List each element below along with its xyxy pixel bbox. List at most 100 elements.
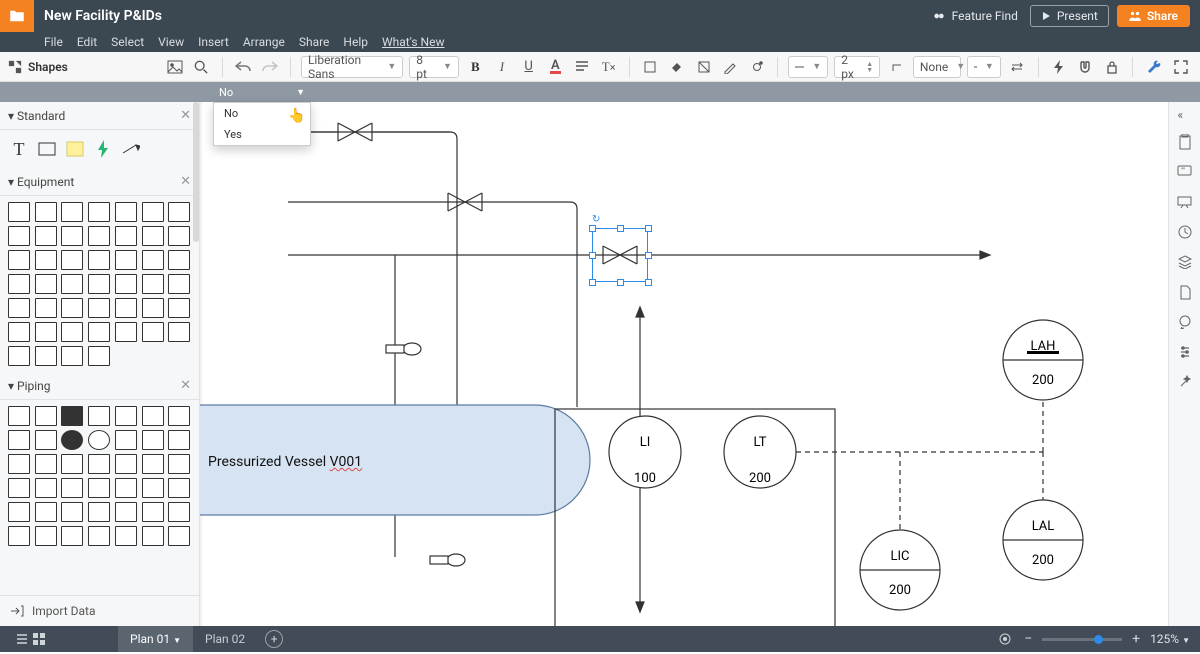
fullscreen-button[interactable]: [1170, 56, 1192, 78]
equip-shape[interactable]: [88, 298, 110, 318]
menu-file[interactable]: File: [44, 35, 63, 49]
page-icon[interactable]: [1175, 282, 1195, 302]
piping-shape[interactable]: [115, 526, 137, 546]
menu-arrange[interactable]: Arrange: [243, 35, 285, 49]
search-button[interactable]: [191, 56, 212, 78]
selection-handle[interactable]: [645, 225, 652, 232]
shapes-button[interactable]: Shapes: [8, 60, 68, 74]
piping-shape[interactable]: [61, 406, 83, 426]
equip-shape[interactable]: [8, 226, 30, 246]
font-family-dropdown[interactable]: Liberation Sans▼: [301, 56, 403, 78]
piping-shape[interactable]: [8, 454, 30, 474]
piping-shape[interactable]: [61, 502, 83, 522]
magnet-button[interactable]: [1075, 56, 1096, 78]
section-equipment-header[interactable]: ▾ Equipment ✕: [0, 168, 199, 196]
line-shape-button[interactable]: [886, 56, 907, 78]
menu-select[interactable]: Select: [111, 35, 144, 49]
equip-shape[interactable]: [8, 298, 30, 318]
piping-shape[interactable]: [168, 526, 190, 546]
equip-shape[interactable]: [115, 274, 137, 294]
equip-shape[interactable]: [61, 298, 83, 318]
equip-shape[interactable]: [142, 226, 164, 246]
menu-help[interactable]: Help: [343, 35, 368, 49]
paint-button[interactable]: [667, 56, 688, 78]
equip-shape[interactable]: [61, 322, 83, 342]
menu-edit[interactable]: Edit: [77, 35, 97, 49]
piping-shape[interactable]: [168, 406, 190, 426]
selection-handle[interactable]: [589, 225, 596, 232]
lock-button[interactable]: [1102, 56, 1123, 78]
piping-shape[interactable]: [142, 430, 164, 450]
piping-shape[interactable]: [115, 454, 137, 474]
equip-shape[interactable]: [8, 274, 30, 294]
piping-shape[interactable]: [61, 430, 83, 450]
comment-icon[interactable]: "": [1175, 162, 1195, 182]
diagram-canvas[interactable]: LI 100 LT 200 LAH 200 LAL 200 LIC 200 Pr…: [200, 102, 1168, 626]
piping-shape[interactable]: [8, 502, 30, 522]
piping-shape[interactable]: [142, 406, 164, 426]
equip-shape[interactable]: [115, 298, 137, 318]
piping-shape[interactable]: [168, 478, 190, 498]
piping-shape[interactable]: [88, 478, 110, 498]
equip-shape[interactable]: [88, 202, 110, 222]
piping-shape[interactable]: [8, 430, 30, 450]
piping-shape[interactable]: [168, 454, 190, 474]
equip-shape[interactable]: [35, 322, 57, 342]
equip-shape[interactable]: [61, 226, 83, 246]
equip-shape[interactable]: [168, 226, 190, 246]
app-logo[interactable]: [0, 0, 34, 32]
present-button[interactable]: Present: [1030, 5, 1109, 27]
dropdown-option-no[interactable]: No: [214, 103, 310, 124]
piping-shape[interactable]: [35, 454, 57, 474]
equip-shape[interactable]: [142, 274, 164, 294]
bold-button[interactable]: B: [465, 56, 486, 78]
equip-shape[interactable]: [115, 226, 137, 246]
chat-icon[interactable]: [1175, 312, 1195, 332]
menu-view[interactable]: View: [158, 35, 184, 49]
note-shape[interactable]: [64, 138, 86, 160]
equip-shape[interactable]: [61, 346, 83, 366]
equip-shape[interactable]: [35, 250, 57, 270]
selection-handle[interactable]: [589, 279, 596, 286]
swap-ends-button[interactable]: [1007, 56, 1028, 78]
page-tab-1[interactable]: Plan 01 ▼: [118, 626, 193, 652]
rotate-handle[interactable]: ↻: [592, 214, 604, 226]
share-button[interactable]: Share: [1117, 5, 1190, 27]
selection-handle[interactable]: [645, 279, 652, 286]
insert-image-button[interactable]: [164, 56, 185, 78]
text-color-button[interactable]: A: [545, 56, 566, 78]
piping-shape[interactable]: [88, 526, 110, 546]
selection-handle[interactable]: [617, 279, 624, 286]
piping-shape[interactable]: [88, 502, 110, 522]
equip-shape[interactable]: [8, 322, 30, 342]
presentation-icon[interactable]: [1175, 192, 1195, 212]
feature-find-button[interactable]: Feature Find: [932, 9, 1018, 23]
piping-shape[interactable]: [115, 502, 137, 522]
equip-shape[interactable]: [61, 202, 83, 222]
history-icon[interactable]: [1175, 222, 1195, 242]
piping-shape[interactable]: [35, 478, 57, 498]
piping-shape[interactable]: [61, 478, 83, 498]
menu-insert[interactable]: Insert: [198, 35, 229, 49]
clear-format-button[interactable]: T×: [598, 56, 619, 78]
equip-shape[interactable]: [88, 250, 110, 270]
equip-shape[interactable]: [168, 202, 190, 222]
rect-shape[interactable]: [36, 138, 58, 160]
piping-shape[interactable]: [61, 526, 83, 546]
piping-shape[interactable]: [142, 526, 164, 546]
bolt-shape[interactable]: [92, 138, 114, 160]
vessel-label[interactable]: Pressurized Vessel V001: [208, 454, 362, 470]
piping-shape[interactable]: [8, 526, 30, 546]
equip-shape[interactable]: [35, 346, 57, 366]
equip-shape[interactable]: [61, 274, 83, 294]
piping-shape[interactable]: [8, 406, 30, 426]
equip-shape[interactable]: [88, 226, 110, 246]
target-icon[interactable]: [996, 630, 1014, 648]
piping-shape[interactable]: [168, 502, 190, 522]
magic-icon[interactable]: [1175, 372, 1195, 392]
piping-shape[interactable]: [168, 430, 190, 450]
piping-shape[interactable]: [115, 430, 137, 450]
close-icon[interactable]: ✕: [180, 174, 191, 189]
selection-handle[interactable]: [617, 225, 624, 232]
menu-share[interactable]: Share: [299, 35, 330, 49]
